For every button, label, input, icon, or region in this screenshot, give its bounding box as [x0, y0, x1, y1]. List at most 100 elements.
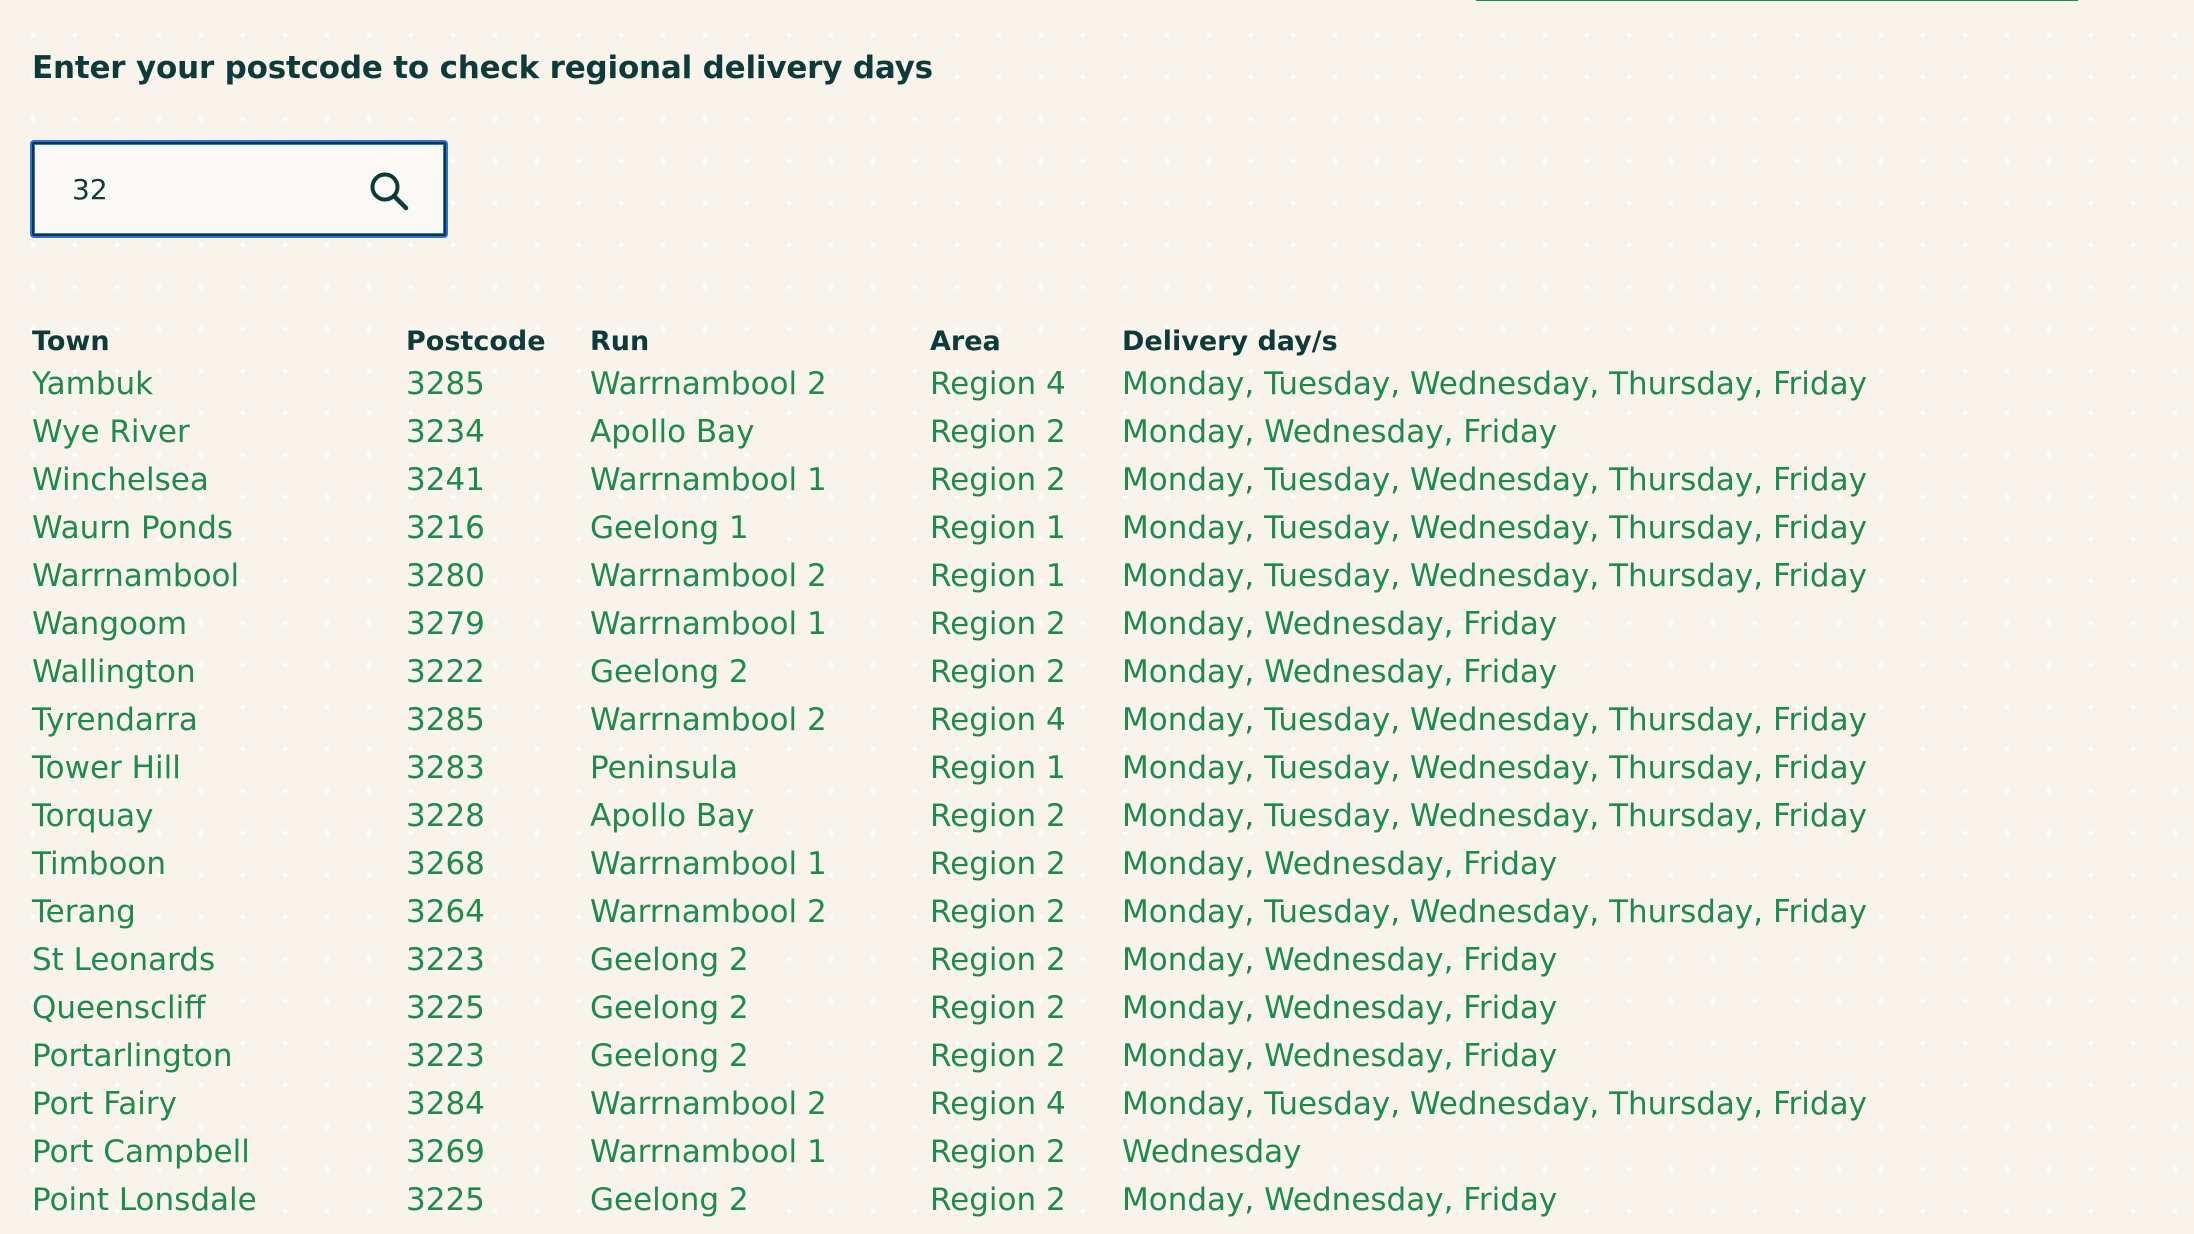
table-row: Warrnambool 3280 Warrnambool 2 Region 1 Mond…: [32, 552, 2142, 600]
cell-postcode: 3241: [406, 462, 485, 498]
cell-postcode: 3264: [406, 894, 485, 930]
cell-run: Apollo Bay: [590, 798, 755, 834]
cell-area: Region 2: [930, 798, 1066, 834]
cell-town: Yambuk: [32, 366, 154, 402]
cell-town: St Leonards: [32, 942, 216, 978]
cell-postcode: 3285: [406, 366, 485, 402]
cell-run: Warrnambool 1: [590, 606, 827, 642]
postcode-search-box[interactable]: [32, 142, 446, 236]
cell-town: Portarlington: [32, 1038, 233, 1074]
table-row: Point Lonsdale 3225 Geelong 2 Region 2 Monda…: [32, 1176, 2142, 1224]
postcode-checker: Enter your postcode to check regional de…: [32, 0, 2194, 1234]
cell-delivery-days: Monday, Wednesday, Friday: [1122, 606, 1558, 642]
cell-delivery-days: Monday, Wednesday, Friday: [1122, 990, 1558, 1026]
cell-run: Peninsula: [590, 750, 738, 786]
cell-area: Region 1: [930, 750, 1066, 786]
cell-area: Region 2: [930, 462, 1066, 498]
table-row: Torquay 3228 Apollo Bay Region 2 Monday, Tue…: [32, 792, 2142, 840]
table-row: Queenscliff 3225 Geelong 2 Region 2 Monday, …: [32, 984, 2142, 1032]
table-row: Wye River 3234 Apollo Bay Region 2 Monday, W…: [32, 408, 2142, 456]
column-header-run: Run: [590, 325, 650, 357]
cell-run: Geelong 2: [590, 654, 749, 690]
cell-town: Waurn Ponds: [32, 510, 234, 546]
cell-area: Region 4: [930, 1086, 1066, 1122]
search-icon[interactable]: [368, 170, 410, 212]
cell-town: Winchelsea: [32, 462, 209, 498]
cell-delivery-days: Monday, Tuesday, Wednesday, Thursday, Fr…: [1122, 702, 1867, 738]
cell-postcode: 3223: [406, 942, 485, 978]
table-row: Timboon 3268 Warrnambool 1 Region 2 Monday, …: [32, 840, 2142, 888]
cell-delivery-days: Monday, Wednesday, Friday: [1122, 942, 1558, 978]
cell-town: Port Campbell: [32, 1134, 250, 1170]
cell-delivery-days: Monday, Tuesday, Wednesday, Thursday, Fr…: [1122, 798, 1867, 834]
cell-postcode: 3268: [406, 846, 485, 882]
page-heading: Enter your postcode to check regional de…: [32, 50, 933, 86]
cell-run: Warrnambool 1: [590, 462, 827, 498]
cell-run: Warrnambool 2: [590, 894, 827, 930]
cell-postcode: 3223: [406, 1038, 485, 1074]
cell-town: Wye River: [32, 414, 190, 450]
column-header-town: Town: [32, 325, 110, 357]
cell-postcode: 3222: [406, 654, 485, 690]
table-row: Terang 3264 Warrnambool 2 Region 2 Monday, T…: [32, 888, 2142, 936]
table-row: Wallington 3222 Geelong 2 Region 2 Monday, W…: [32, 648, 2142, 696]
table-body: Yambuk 3285 Warrnambool 2 Region 4 Monday, T…: [32, 360, 2142, 1224]
cell-area: Region 2: [930, 942, 1066, 978]
cell-area: Region 1: [930, 558, 1066, 594]
cell-run: Geelong 1: [590, 510, 749, 546]
cell-town: Tower Hill: [32, 750, 181, 786]
cell-area: Region 2: [930, 846, 1066, 882]
cell-delivery-days: Monday, Wednesday, Friday: [1122, 846, 1558, 882]
cell-postcode: 3234: [406, 414, 485, 450]
cell-area: Region 4: [930, 366, 1066, 402]
cell-area: Region 2: [930, 1182, 1066, 1218]
cell-town: Tyrendarra: [32, 702, 198, 738]
column-header-delivery-days: Delivery day/s: [1122, 325, 1338, 357]
cell-run: Warrnambool 1: [590, 846, 827, 882]
cell-delivery-days: Monday, Tuesday, Wednesday, Thursday, Fr…: [1122, 462, 1867, 498]
cell-postcode: 3225: [406, 990, 485, 1026]
delivery-results-table: Town Postcode Run Area Delivery day/s Ya…: [32, 322, 2142, 1224]
cell-delivery-days: Monday, Wednesday, Friday: [1122, 414, 1558, 450]
table-row: St Leonards 3223 Geelong 2 Region 2 Monday, …: [32, 936, 2142, 984]
cell-run: Geelong 2: [590, 1182, 749, 1218]
cell-delivery-days: Monday, Tuesday, Wednesday, Thursday, Fr…: [1122, 510, 1867, 546]
cell-area: Region 4: [930, 702, 1066, 738]
table-row: Tyrendarra 3285 Warrnambool 2 Region 4 Monda…: [32, 696, 2142, 744]
table-row: Wangoom 3279 Warrnambool 1 Region 2 Monday, …: [32, 600, 2142, 648]
cell-run: Warrnambool 2: [590, 702, 827, 738]
cell-run: Apollo Bay: [590, 414, 755, 450]
cell-postcode: 3225: [406, 1182, 485, 1218]
table-row: Yambuk 3285 Warrnambool 2 Region 4 Monday, T…: [32, 360, 2142, 408]
cell-town: Warrnambool: [32, 558, 240, 594]
column-header-postcode: Postcode: [406, 325, 546, 357]
cell-postcode: 3284: [406, 1086, 485, 1122]
cell-area: Region 2: [930, 654, 1066, 690]
cell-delivery-days: Monday, Tuesday, Wednesday, Thursday, Fr…: [1122, 750, 1867, 786]
column-header-area: Area: [930, 325, 1001, 357]
cell-postcode: 3228: [406, 798, 485, 834]
postcode-search-input[interactable]: [72, 166, 372, 212]
cell-run: Warrnambool 2: [590, 1086, 827, 1122]
cell-area: Region 2: [930, 414, 1066, 450]
cell-delivery-days: Monday, Wednesday, Friday: [1122, 654, 1558, 690]
cell-town: Port Fairy: [32, 1086, 177, 1122]
cell-town: Timboon: [32, 846, 167, 882]
cell-area: Region 1: [930, 510, 1066, 546]
cell-run: Warrnambool 1: [590, 1134, 827, 1170]
cell-town: Queenscliff: [32, 990, 206, 1026]
cell-delivery-days: Monday, Tuesday, Wednesday, Thursday, Fr…: [1122, 1086, 1867, 1122]
cell-run: Geelong 2: [590, 1038, 749, 1074]
cell-delivery-days: Monday, Tuesday, Wednesday, Thursday, Fr…: [1122, 558, 1867, 594]
table-row: Winchelsea 3241 Warrnambool 1 Region 2 Monda…: [32, 456, 2142, 504]
cell-run: Warrnambool 2: [590, 366, 827, 402]
cell-postcode: 3280: [406, 558, 485, 594]
cell-run: Geelong 2: [590, 942, 749, 978]
cell-town: Wallington: [32, 654, 196, 690]
cell-town: Torquay: [32, 798, 154, 834]
cell-postcode: 3269: [406, 1134, 485, 1170]
cell-delivery-days: Monday, Tuesday, Wednesday, Thursday, Fr…: [1122, 894, 1867, 930]
cell-delivery-days: Wednesday: [1122, 1134, 1302, 1170]
cell-postcode: 3283: [406, 750, 485, 786]
cell-area: Region 2: [930, 1134, 1066, 1170]
